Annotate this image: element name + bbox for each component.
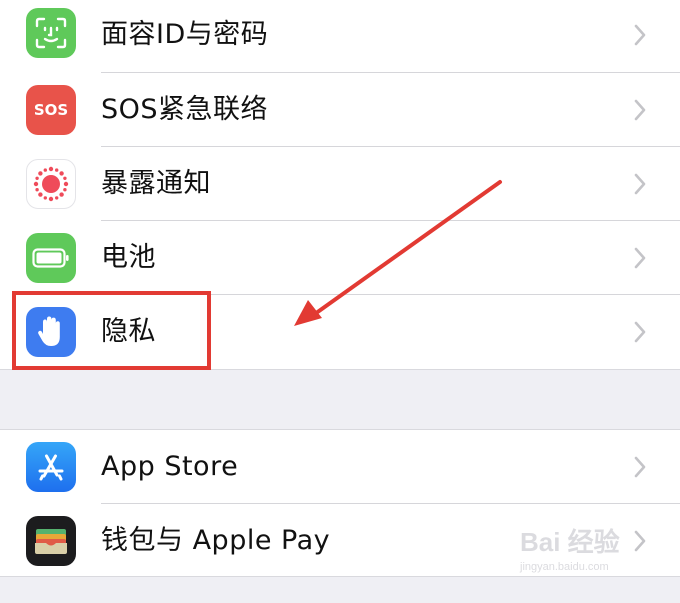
watermark: Bai 经验 jingyan.baidu.com — [520, 522, 670, 592]
watermark-url: jingyan.baidu.com — [520, 561, 609, 573]
annotation-arrow-icon — [294, 180, 502, 326]
watermark-logo-text: Bai 经验 — [520, 527, 620, 557]
